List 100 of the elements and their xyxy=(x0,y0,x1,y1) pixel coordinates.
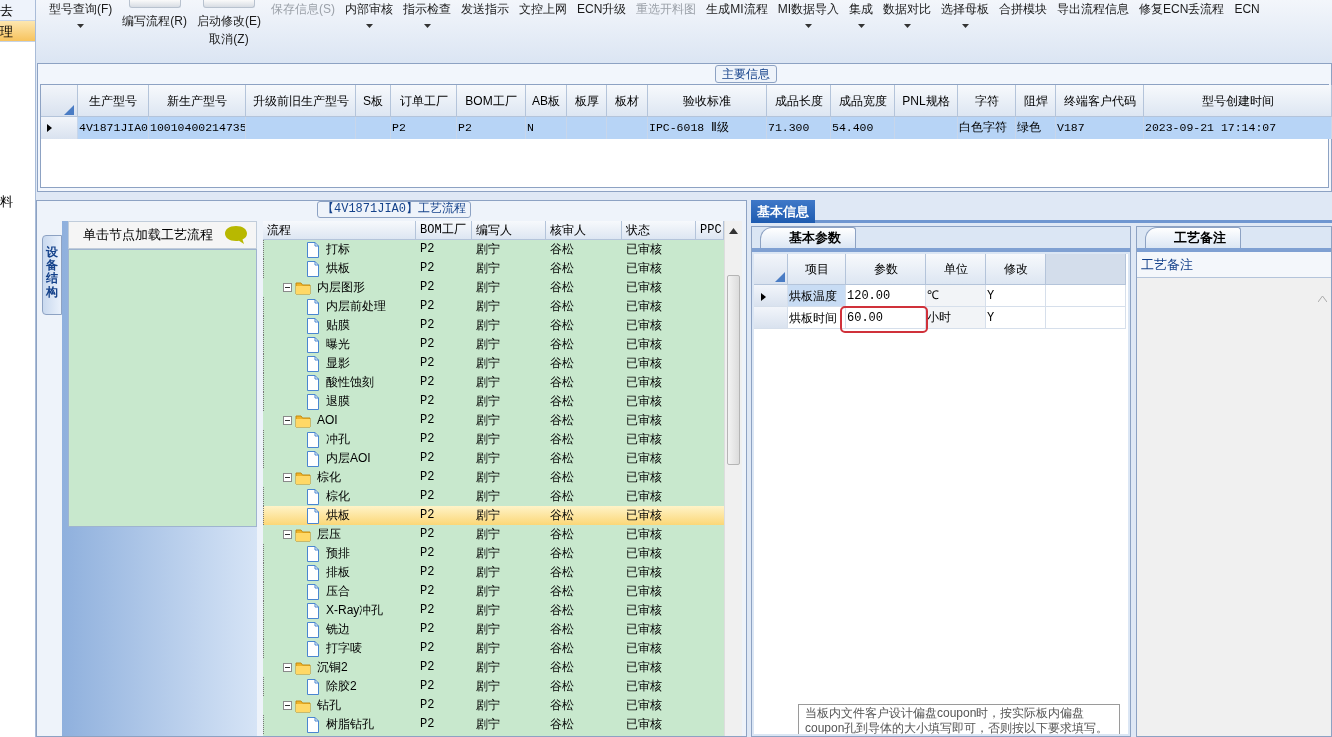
toolbar-button[interactable]: 生成MI流程 xyxy=(701,0,773,60)
column-header[interactable]: 参数 xyxy=(846,254,926,285)
collapse-icon[interactable] xyxy=(283,473,292,482)
tree-node-label[interactable]: 内层前处理 xyxy=(326,297,386,316)
column-header[interactable]: 修改 xyxy=(986,254,1046,285)
side-tab[interactable]: 设备结构 xyxy=(42,235,62,315)
table-cell-text: P2 xyxy=(419,412,436,429)
column-header[interactable]: 状态 xyxy=(622,221,696,240)
nav-item[interactable]: 理 xyxy=(0,21,35,42)
toolbar-button[interactable]: 选择母板 xyxy=(936,0,995,60)
table-cell-text: 谷松 xyxy=(549,678,575,695)
tree-node-label[interactable]: 沉铜2 xyxy=(317,658,348,677)
column-header[interactable]: BOM工厂 xyxy=(457,85,526,117)
collapse-icon[interactable] xyxy=(283,530,292,539)
column-header[interactable]: 板材 xyxy=(607,85,648,117)
column-header[interactable]: 终端客户代码 xyxy=(1056,85,1144,117)
collapse-icon[interactable] xyxy=(283,663,292,672)
column-header[interactable]: 核审人 xyxy=(546,221,622,240)
column-header[interactable]: 订单工厂 xyxy=(391,85,457,117)
row-header[interactable] xyxy=(41,117,78,139)
toolbar-button[interactable]: 合拼模块 xyxy=(994,0,1053,60)
scroll-thumb[interactable] xyxy=(727,275,740,465)
tree-node-label[interactable]: 层压 xyxy=(317,525,341,544)
collapse-icon[interactable] xyxy=(283,416,292,425)
table-cell-text: 剧宁 xyxy=(475,374,501,391)
document-icon xyxy=(306,488,320,505)
corner-icon xyxy=(64,104,74,115)
tree-node-label[interactable]: 压合 xyxy=(326,582,350,601)
tree-node-label[interactable]: 预排 xyxy=(326,544,350,563)
tree-node-label[interactable]: 打字唛 xyxy=(326,639,362,658)
tree-node-label[interactable]: 贴膜 xyxy=(326,316,350,335)
tree-node-label[interactable]: 曝光 xyxy=(326,335,350,354)
toolbar-button[interactable]: 发送指示 xyxy=(456,0,514,60)
toolbar-button[interactable]: 文控上网 xyxy=(514,0,572,60)
tree-node-label[interactable]: 烘板 xyxy=(326,259,350,278)
scroll-up-icon[interactable] xyxy=(729,228,738,234)
column-header[interactable]: 验收标准 xyxy=(648,85,767,117)
tree-node-label[interactable]: 内层AOI xyxy=(326,449,371,468)
column-header[interactable]: 型号创建时间 xyxy=(1144,85,1332,117)
tab[interactable]: 工艺备注 xyxy=(1145,227,1241,248)
table-cell-text: P2 xyxy=(419,507,436,524)
corner-icon xyxy=(774,272,785,282)
column-header[interactable]: 新生产型号 xyxy=(149,85,246,117)
nav-label[interactable]: 料 xyxy=(0,194,13,209)
tab[interactable]: 基本参数 xyxy=(760,227,856,248)
toolbar-button[interactable]: 集成 xyxy=(844,0,879,60)
tree-node-label[interactable]: 棕化 xyxy=(326,487,350,506)
tree-node-label[interactable]: 铣边 xyxy=(326,620,350,639)
toolbar-button[interactable]: ECN升级 xyxy=(572,0,632,60)
column-header[interactable]: 成品长度 xyxy=(767,85,831,117)
toolbar-button[interactable]: 导出流程信息 xyxy=(1052,0,1135,60)
toolbar-button[interactable]: 指示检查 xyxy=(398,0,456,60)
column-header[interactable]: 阻焊 xyxy=(1016,85,1056,117)
tree-node-label[interactable]: 冲孔 xyxy=(326,430,350,449)
tree-node-label[interactable]: 显影 xyxy=(326,354,350,373)
field-label: 工艺备注 xyxy=(1137,252,1331,278)
column-header[interactable]: 编写人 xyxy=(472,221,546,240)
toolbar-button[interactable]: 内部审核 xyxy=(340,0,398,60)
collapse-icon[interactable] xyxy=(283,283,292,292)
collapse-icon[interactable] xyxy=(283,701,292,710)
toolbar-button[interactable]: 启动修改(E) 取消(Z) xyxy=(192,0,266,60)
column-header[interactable]: 板厚 xyxy=(567,85,607,117)
toolbar-button[interactable]: ECN xyxy=(1229,0,1265,60)
column-header[interactable]: 字符 xyxy=(958,85,1016,117)
column-header[interactable]: S板 xyxy=(356,85,391,117)
tree-node-label[interactable]: 退膜 xyxy=(326,392,350,411)
folder-icon xyxy=(295,698,311,713)
table-cell-text: 谷松 xyxy=(549,469,575,486)
toolbar-button[interactable]: 数据对比 xyxy=(878,0,937,60)
table-cell-text: 已审核 xyxy=(625,564,663,581)
tree-node-label[interactable]: 打标 xyxy=(326,240,350,259)
column-header[interactable]: 单位 xyxy=(926,254,986,285)
tree-node-label[interactable]: 树脂钻孔 xyxy=(326,715,374,734)
row-header[interactable] xyxy=(754,285,788,307)
tree-node-label[interactable]: 酸性蚀刻 xyxy=(326,373,374,392)
column-header[interactable]: 成品宽度 xyxy=(831,85,895,117)
tree-node-label[interactable]: 除胶2 xyxy=(326,677,357,696)
tree-node-label[interactable]: 烘板 xyxy=(326,506,350,525)
column-header[interactable]: 升级前旧生产型号 xyxy=(246,85,356,117)
tab[interactable]: 基本信息 xyxy=(751,200,815,223)
tree-node-label[interactable]: AOI xyxy=(317,411,338,430)
column-header[interactable]: AB板 xyxy=(526,85,567,117)
scrollbar[interactable] xyxy=(724,221,742,736)
tree-node-label[interactable]: 排板 xyxy=(326,563,350,582)
column-header[interactable]: PPC xyxy=(696,221,724,240)
column-header[interactable]: 流程 xyxy=(263,221,416,240)
column-header[interactable]: 项目 xyxy=(788,254,846,285)
toolbar-button[interactable]: 型号查询(F) xyxy=(44,0,118,60)
toolbar-button[interactable]: 编写流程(R) xyxy=(117,0,192,60)
column-header[interactable]: PNL规格 xyxy=(895,85,958,117)
nav-item[interactable]: 去 xyxy=(0,0,35,21)
tree-node-label[interactable]: 棕化 xyxy=(317,468,341,487)
table-cell-text: P2 xyxy=(419,621,436,638)
toolbar-button[interactable]: 修复ECN丢流程 xyxy=(1134,0,1230,60)
column-header[interactable]: 生产型号 xyxy=(78,85,149,117)
toolbar-button[interactable]: MI数据导入 xyxy=(772,0,845,60)
tree-node-label[interactable]: X-Ray冲孔 xyxy=(326,601,384,620)
tree-node-label[interactable]: 钻孔 xyxy=(317,696,341,715)
tree-node-label[interactable]: 内层图形 xyxy=(317,278,365,297)
column-header[interactable]: BOM工厂 xyxy=(416,221,472,240)
